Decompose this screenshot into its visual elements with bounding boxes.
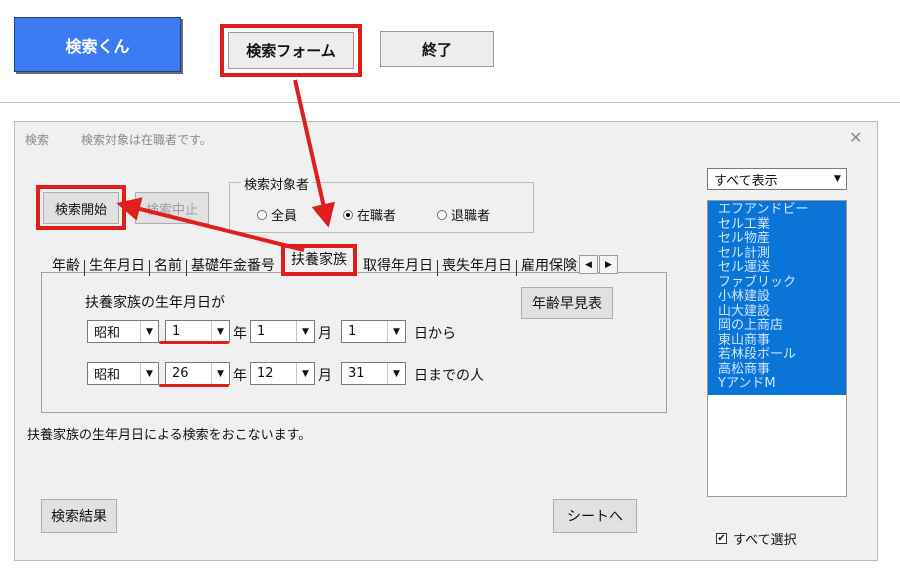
arrow-left-icon [116, 197, 305, 252]
arrow-down-icon [293, 79, 336, 228]
annotation-arrows [116, 79, 336, 252]
